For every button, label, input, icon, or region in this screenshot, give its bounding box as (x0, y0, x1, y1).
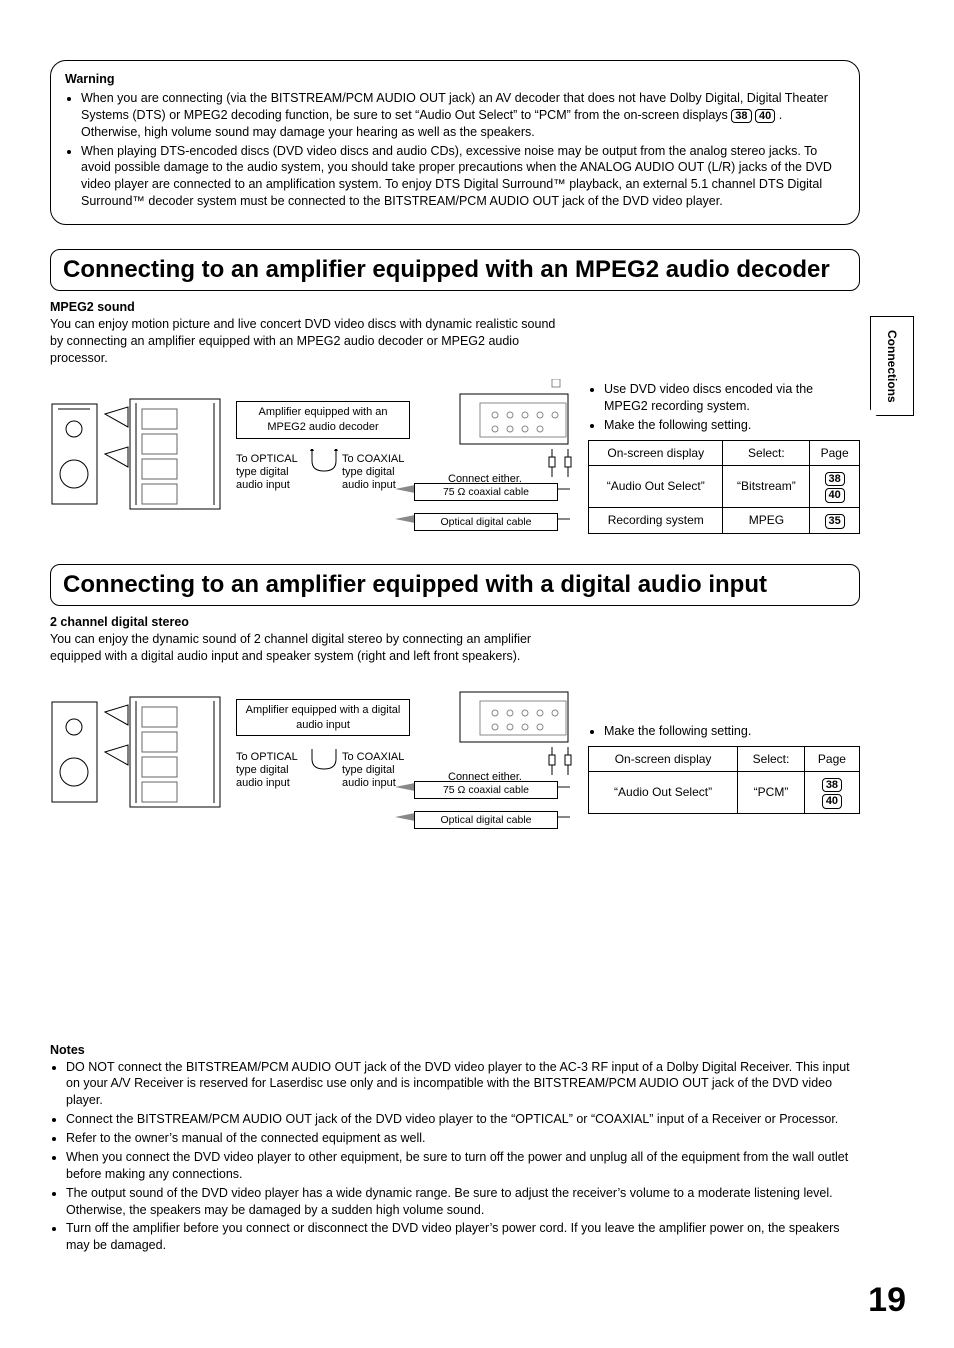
warning-item-2: When playing DTS-encoded discs (DVD vide… (81, 143, 845, 211)
notes-title: Notes (50, 1042, 860, 1059)
coaxial-input-label: To COAXIAL type digital audio input (342, 453, 418, 493)
table-cell: “Audio Out Select” (589, 465, 723, 507)
notes-item: Connect the BITSTREAM/PCM AUDIO OUT jack… (66, 1111, 860, 1128)
connector-icon (548, 449, 578, 484)
connector-icon (308, 747, 342, 780)
table-cell: MPEG (723, 507, 810, 533)
page-ref-icon: 38 (822, 778, 842, 793)
notes-item: DO NOT connect the BITSTREAM/PCM AUDIO O… (66, 1059, 860, 1110)
notes-item: When you connect the DVD video player to… (66, 1149, 860, 1183)
connector-icon (548, 747, 578, 782)
notes-item: Turn off the amplifier before you connec… (66, 1220, 860, 1254)
table-header: Select: (723, 440, 810, 465)
table-cell: 38 40 (810, 465, 860, 507)
page-ref-icon: 40 (755, 109, 775, 124)
notes-item: The output sound of the DVD video player… (66, 1185, 860, 1219)
section2-intro: You can enjoy the dynamic sound of 2 cha… (50, 631, 570, 665)
section2-bullet-1: Make the following setting. (604, 723, 860, 740)
section-heading-text: Connecting to an amplifier equipped with… (63, 254, 847, 286)
section1-bullet-1: Use DVD video discs encoded via the MPEG… (604, 381, 860, 415)
table-header: On-screen display (589, 440, 723, 465)
table-cell: “Bitstream” (723, 465, 810, 507)
table-cell: 38 40 (804, 771, 859, 813)
warning-title: Warning (65, 71, 845, 88)
section1-subhead: MPEG2 sound (50, 299, 860, 316)
coaxial-input-label: To COAXIAL type digital audio input (342, 751, 418, 791)
amp-label-box: Amplifier equipped with an MPEG2 audio d… (236, 401, 410, 439)
optical-input-label: To OPTICAL type digital audio input (236, 751, 306, 791)
amp-label-box: Amplifier equipped with a digital audio … (236, 699, 410, 737)
section-heading-digital-input: Connecting to an amplifier equipped with… (50, 564, 860, 606)
page-ref-icon: 40 (822, 794, 842, 809)
section1-intro: You can enjoy motion picture and live co… (50, 316, 570, 367)
table-cell: 35 (810, 507, 860, 533)
page-ref-icon: 38 (825, 472, 845, 487)
table-header: Page (804, 746, 859, 771)
warning-box: Warning When you are connecting (via the… (50, 60, 860, 225)
table-cell: Recording system (589, 507, 723, 533)
page-ref-icon: 35 (825, 514, 845, 529)
connector-icon (308, 449, 342, 482)
page-ref-icon: 40 (825, 488, 845, 503)
warning-item-1: When you are connecting (via the BITSTRE… (81, 90, 845, 141)
table-header: Select: (738, 746, 805, 771)
page-number: 19 (868, 1278, 906, 1324)
optical-cable-label: Optical digital cable (414, 811, 558, 829)
side-tab-connections: Connections (870, 316, 914, 416)
coax-cable-label: 75 Ω coaxial cable (414, 483, 558, 501)
table-cell: “PCM” (738, 771, 805, 813)
notes-item: Refer to the owner’s manual of the conne… (66, 1130, 860, 1147)
page-ref-icon: 38 (731, 109, 751, 124)
settings-table-mpeg2: On-screen display Select: Page “Audio Ou… (588, 440, 860, 534)
section-heading-text: Connecting to an amplifier equipped with… (63, 569, 847, 601)
coax-cable-label: 75 Ω coaxial cable (414, 781, 558, 799)
section2-subhead: 2 channel digital stereo (50, 614, 860, 631)
settings-table-digital: On-screen display Select: Page “Audio Ou… (588, 746, 860, 814)
table-header: Page (810, 440, 860, 465)
section1-bullet-2: Make the following setting. (604, 417, 860, 434)
optical-cable-label: Optical digital cable (414, 513, 558, 531)
optical-input-label: To OPTICAL type digital audio input (236, 453, 306, 493)
section-heading-mpeg2: Connecting to an amplifier equipped with… (50, 249, 860, 291)
table-header: On-screen display (589, 746, 738, 771)
table-cell: “Audio Out Select” (589, 771, 738, 813)
